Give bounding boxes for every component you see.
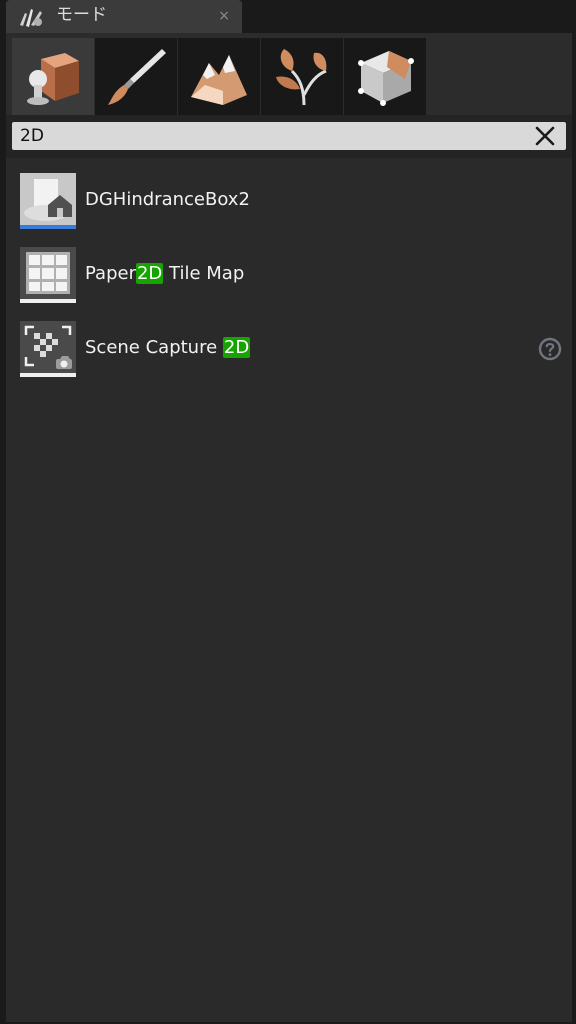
tab-place-mode[interactable]	[12, 38, 94, 115]
search-input[interactable]	[20, 122, 520, 150]
mode-toolbar	[6, 33, 572, 115]
paint-brush-icon	[108, 49, 166, 105]
item-label: DGHindranceBox2	[85, 189, 250, 210]
list-item[interactable]: DGHindranceBox2	[6, 163, 572, 237]
landscape-mountain-icon	[191, 55, 247, 105]
geometry-box-icon	[358, 51, 414, 106]
search-box	[12, 122, 566, 150]
help-icon[interactable]	[538, 337, 562, 361]
search-highlight: 2D	[135, 263, 164, 284]
tab-geometry-mode[interactable]	[344, 38, 426, 115]
tab-foliage-mode[interactable]	[261, 38, 343, 115]
search-highlight: 2D	[222, 337, 251, 358]
tab-title: モード	[56, 5, 107, 25]
modes-panel-tab[interactable]: モード ×	[6, 0, 242, 33]
tab-paint-mode[interactable]	[95, 38, 177, 115]
list-item[interactable]: Scene Capture 2D	[6, 311, 572, 385]
foliage-leaf-icon	[276, 49, 327, 106]
item-thumbnail	[20, 321, 76, 377]
blueprint-actor-icon	[20, 173, 76, 225]
modes-panel: DGHindranceBox2 Paper2D Tile M	[6, 33, 572, 1022]
item-thumbnail	[20, 247, 76, 303]
tab-bar: モード ×	[0, 0, 576, 33]
placement-cube-icon	[27, 53, 79, 105]
list-item[interactable]: Paper2D Tile Map	[6, 237, 572, 311]
results-list: DGHindranceBox2 Paper2D Tile Map Scene C…	[6, 158, 572, 1022]
scene-capture-icon	[20, 321, 76, 373]
modes-icon	[20, 9, 42, 27]
item-thumbnail	[20, 173, 76, 229]
tab-close-button[interactable]: ×	[218, 7, 230, 25]
item-label: Paper2D Tile Map	[85, 263, 245, 284]
tab-landscape-mode[interactable]	[178, 38, 260, 115]
tile-map-grid-icon	[20, 247, 76, 299]
close-x-icon[interactable]	[534, 125, 556, 147]
item-label: Scene Capture 2D	[85, 337, 251, 358]
